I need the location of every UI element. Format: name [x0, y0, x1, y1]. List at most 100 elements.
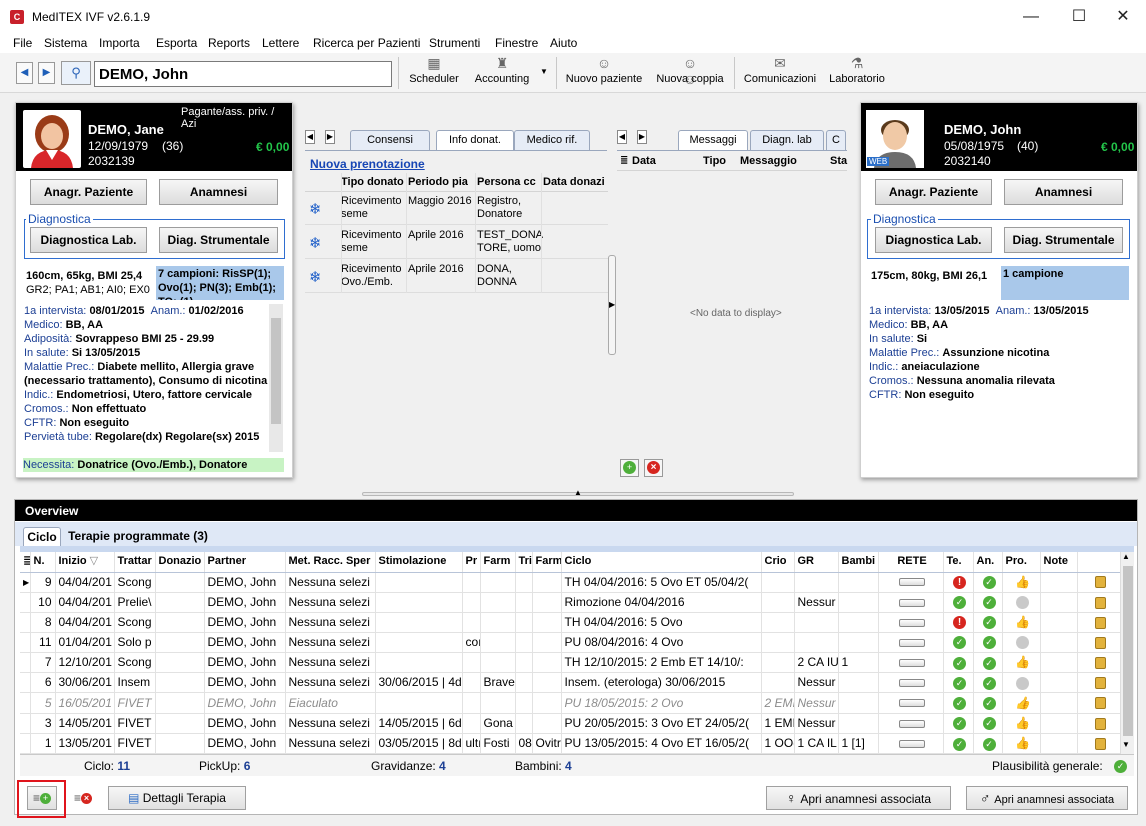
- male-diag-strum-button[interactable]: Diag. Strumentale: [1004, 227, 1123, 253]
- table-row[interactable]: ❄ Ricevimento seme Aprile 2016 TEST_DONA T…: [305, 226, 608, 259]
- col-te[interactable]: Te.: [943, 552, 974, 573]
- new-patient-button[interactable]: ☺ Nuovo paziente: [562, 55, 646, 85]
- cell-te[interactable]: ✓: [943, 632, 974, 654]
- cell-note[interactable]: [1040, 572, 1078, 593]
- delete-cycle-button[interactable]: ≡ ×: [68, 786, 98, 810]
- cell-rete[interactable]: [878, 632, 944, 654]
- cell-pro[interactable]: [1002, 672, 1041, 694]
- col-tipo-donato[interactable]: Tipo donato: [341, 176, 404, 188]
- female-diag-strum-button[interactable]: Diag. Strumentale: [159, 227, 278, 253]
- col-gr[interactable]: GR: [794, 552, 839, 573]
- scroll-up-icon[interactable]: ▲: [1122, 552, 1130, 561]
- cell-lock[interactable]: [1077, 692, 1121, 714]
- cell-lock[interactable]: [1077, 672, 1121, 694]
- table-row[interactable]: 1 13/05/201 FIVET DEMO, John Nessuna selezi 0…: [20, 733, 1121, 755]
- cell-note[interactable]: [1040, 713, 1078, 735]
- tab-terapie-programmate[interactable]: Terapie programmate (3): [63, 527, 213, 547]
- col-farm[interactable]: Farm: [480, 552, 516, 573]
- tab-diagn-lab[interactable]: Diagn. lab: [750, 130, 824, 150]
- add-message-button[interactable]: +: [620, 459, 639, 477]
- menu-esporta[interactable]: Esporta: [156, 36, 197, 50]
- cell-note[interactable]: [1040, 692, 1078, 714]
- column-chooser-icon[interactable]: ≣: [20, 552, 31, 573]
- table-row[interactable]: 10 04/04/201 Prelie\ DEMO, John Nessuna sele…: [20, 592, 1121, 613]
- communications-button[interactable]: ✉ Comunicazioni: [740, 55, 820, 85]
- cell-lock[interactable]: [1077, 652, 1121, 674]
- tab-messaggi[interactable]: Messaggi: [678, 130, 748, 150]
- cell-pro[interactable]: [1002, 632, 1041, 654]
- cell-te[interactable]: ✓: [943, 713, 974, 735]
- cell-an[interactable]: ✓: [973, 632, 1003, 654]
- cell-rete[interactable]: [878, 572, 944, 593]
- table-row[interactable]: ❄ Ricevimento Ovo./Emb. Aprile 2016 DONA,…: [305, 260, 608, 293]
- col-pro[interactable]: Pro.: [1002, 552, 1041, 573]
- cell-an[interactable]: ✓: [973, 692, 1003, 714]
- col-rete[interactable]: RETE: [878, 552, 944, 573]
- male-anagrafica-button[interactable]: Anagr. Paziente: [875, 179, 992, 205]
- dettagli-terapia-button[interactable]: ▤ Dettagli Terapia: [108, 786, 246, 810]
- scrollbar-thumb[interactable]: [1123, 566, 1133, 736]
- cell-te[interactable]: !: [943, 572, 974, 593]
- col-data-donazione[interactable]: Data donazi: [543, 176, 605, 188]
- cell-note[interactable]: [1040, 652, 1078, 674]
- accounting-dropdown-icon[interactable]: ▼: [540, 67, 548, 76]
- col-ciclo[interactable]: Ciclo: [561, 552, 762, 573]
- splitter-up-icon[interactable]: ▲: [574, 488, 582, 497]
- col-partner[interactable]: Partner: [204, 552, 286, 573]
- cell-note[interactable]: [1040, 632, 1078, 654]
- menu-sistema[interactable]: Sistema: [44, 36, 87, 50]
- col-bambini[interactable]: Bambi: [838, 552, 879, 573]
- cell-an[interactable]: ✓: [973, 572, 1003, 593]
- menu-file[interactable]: File: [13, 36, 32, 50]
- back-button[interactable]: ◀: [16, 62, 33, 84]
- cell-note[interactable]: [1040, 612, 1078, 634]
- cell-rete[interactable]: [878, 733, 944, 755]
- cell-rete[interactable]: [878, 672, 944, 694]
- col-n[interactable]: N.: [30, 552, 56, 573]
- female-anagrafica-button[interactable]: Anagr. Paziente: [30, 179, 147, 205]
- new-booking-link[interactable]: Nuova prenotazione: [310, 157, 425, 171]
- cell-rete[interactable]: [878, 592, 944, 613]
- close-button[interactable]: ✕: [1100, 0, 1146, 33]
- female-summary-scrollbar[interactable]: [269, 304, 283, 452]
- cell-te[interactable]: ✓: [943, 692, 974, 714]
- table-row[interactable]: 6 30/06/201 Insem DEMO, John Nessuna selezi 3…: [20, 672, 1121, 694]
- tab-info-donat[interactable]: Info donat.: [436, 130, 514, 150]
- col-tri[interactable]: Tri: [515, 552, 533, 573]
- tab-consensi[interactable]: Consensi: [350, 130, 430, 150]
- col-donazione[interactable]: Donazio: [155, 552, 205, 573]
- cell-pro[interactable]: 👍: [1002, 572, 1041, 593]
- msg-tabs-scroll-right[interactable]: ▶: [637, 130, 647, 144]
- cell-an[interactable]: ✓: [973, 672, 1003, 694]
- col-farm2[interactable]: Farm: [532, 552, 562, 573]
- cell-note[interactable]: [1040, 733, 1078, 755]
- laboratory-button[interactable]: ⚗ Laboratorio: [824, 55, 890, 85]
- msg-tabs-scroll-left[interactable]: ◀: [617, 130, 627, 144]
- col-messaggio[interactable]: Messaggio: [740, 155, 797, 167]
- cell-te[interactable]: ✓: [943, 672, 974, 694]
- scroll-down-icon[interactable]: ▼: [1122, 740, 1130, 749]
- patient-field[interactable]: DEMO, John: [94, 61, 392, 87]
- add-cycle-button[interactable]: ≡ +: [27, 786, 57, 810]
- cell-te[interactable]: ✓: [943, 733, 974, 755]
- tab-more[interactable]: C: [826, 130, 846, 150]
- menu-finestre[interactable]: Finestre: [495, 36, 538, 50]
- menu-aiuto[interactable]: Aiuto: [550, 36, 577, 50]
- new-couple-button[interactable]: ☺☺ Nuova coppia: [652, 55, 728, 87]
- cell-te[interactable]: !: [943, 612, 974, 634]
- cell-rete[interactable]: [878, 612, 944, 634]
- scheduler-button[interactable]: ▦ Scheduler: [404, 55, 464, 85]
- table-row[interactable]: 3 14/05/201 FIVET DEMO, John Nessuna selezi 1…: [20, 713, 1121, 735]
- col-met-racc[interactable]: Met. Racc. Sper: [285, 552, 376, 573]
- minimize-button[interactable]: —: [1008, 0, 1054, 33]
- col-trattamento[interactable]: Trattar: [114, 552, 156, 573]
- apri-anamnesi-male-button[interactable]: ♂ Apri anamnesi associata: [966, 786, 1128, 810]
- cell-rete[interactable]: [878, 692, 944, 714]
- cell-an[interactable]: ✓: [973, 592, 1003, 613]
- menu-reports[interactable]: Reports: [208, 36, 250, 50]
- cell-note[interactable]: [1040, 672, 1078, 694]
- apri-anamnesi-female-button[interactable]: ♀ Apri anamnesi associata: [766, 786, 951, 810]
- cell-lock[interactable]: [1077, 713, 1121, 735]
- col-tipo[interactable]: Tipo: [703, 155, 726, 167]
- cell-lock[interactable]: [1077, 592, 1121, 613]
